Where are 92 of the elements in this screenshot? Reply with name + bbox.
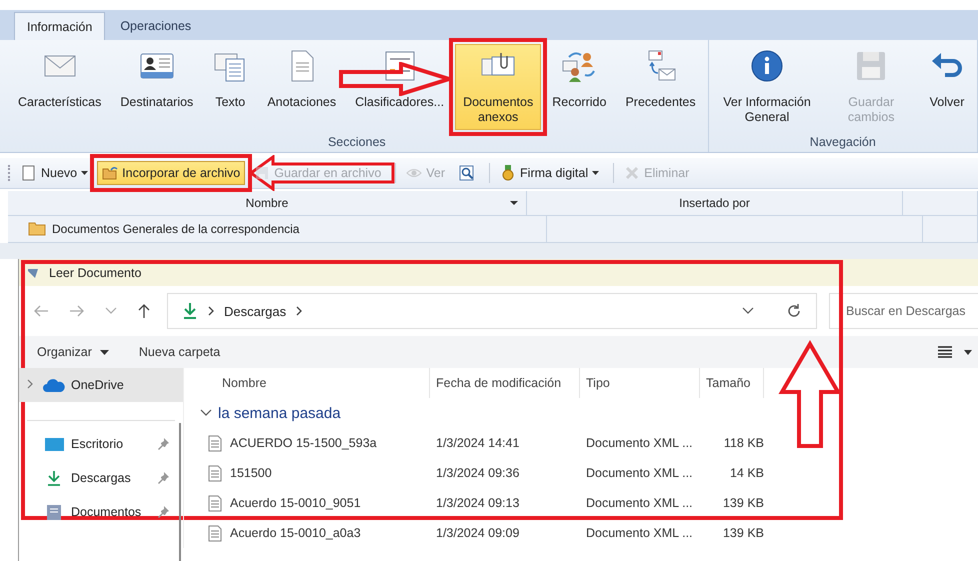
document-icon: [214, 54, 245, 82]
refresh-icon[interactable]: [788, 303, 800, 317]
column-header[interactable]: Tamaño: [700, 368, 764, 398]
download-icon: [183, 302, 197, 319]
ribbon-button[interactable]: Volver: [921, 44, 973, 130]
file-name[interactable]: Acuerdo 15-0010_9051: [230, 496, 361, 510]
people-icon: [562, 52, 596, 82]
table-cell-text: 1/3/2024 14:41: [435, 436, 520, 450]
cloud-icon: [43, 379, 65, 392]
ribbon-button[interactable]: Destinatarios: [112, 44, 202, 130]
document-icon: [47, 505, 61, 520]
medal-icon: [502, 165, 514, 180]
ribbon-button[interactable]: Precedentes: [617, 44, 704, 130]
file-icon: [208, 495, 222, 511]
command-button[interactable]: Nueva carpeta: [132, 344, 226, 360]
file-icon: [208, 465, 222, 481]
dialog-title: Leer Documento: [49, 266, 142, 280]
nav-item[interactable]: Documentos: [19, 495, 183, 529]
caret-icon: [100, 350, 109, 354]
caret-icon: [510, 201, 518, 205]
group-header[interactable]: la semana pasada: [218, 404, 341, 422]
breadcrumb[interactable]: Descargas: [224, 304, 286, 318]
chevron-down-icon[interactable]: [742, 308, 754, 314]
desktop-icon: [45, 438, 64, 451]
file-name[interactable]: 151500: [230, 466, 272, 480]
chevron-down-icon[interactable]: [200, 410, 212, 416]
magnifier-icon: [460, 166, 474, 180]
address-bar[interactable]: Descargas: [167, 293, 817, 329]
column-header[interactable]: Insertado por: [527, 191, 903, 215]
table-cell-text: Documento XML ...: [585, 466, 694, 480]
caret-icon[interactable]: [964, 350, 972, 354]
chevron-right-icon[interactable]: [296, 306, 302, 316]
ribbon-tab[interactable]: Operaciones: [107, 12, 204, 40]
envelope-arrow-icon: [648, 50, 676, 80]
table-cell-text: 1/3/2024 09:09: [435, 526, 520, 540]
ribbon-button[interactable]: Características: [10, 44, 110, 130]
undo-icon: [932, 53, 962, 77]
menu-icon[interactable]: [938, 346, 952, 358]
ribbon-button[interactable]: Recorrido: [544, 44, 614, 130]
scrollbar[interactable]: [179, 423, 181, 561]
nav-item[interactable]: OneDrive: [19, 368, 183, 402]
table-cell-text: 139 KB: [722, 526, 764, 540]
file-icon: [208, 525, 222, 541]
folder-icon: [102, 166, 118, 180]
table-cell-text: Documento XML ...: [585, 496, 694, 510]
cross-icon: [626, 166, 639, 180]
ribbon-button[interactable]: Documentos anexos: [455, 44, 542, 130]
caret-icon: [81, 171, 88, 175]
page-icon: [291, 50, 314, 82]
page-icon: [22, 166, 34, 180]
folder-icon: [28, 222, 46, 236]
column-header[interactable]: Tipo: [580, 368, 700, 398]
column-header[interactable]: Nombre: [8, 191, 527, 215]
info-icon: [752, 50, 782, 82]
file-name[interactable]: Acuerdo 15-0010_a0a3: [230, 526, 361, 540]
chevron-right-icon[interactable]: [208, 306, 214, 316]
search-field[interactable]: Buscar en Descargas: [829, 293, 978, 329]
caret-icon: [592, 171, 600, 175]
table-cell: Documentos Generales de la correspondencia: [8, 216, 547, 242]
table-cell-text: 139 KB: [722, 496, 764, 510]
pin-icon: [158, 506, 169, 518]
eye-icon: [406, 169, 422, 177]
up-icon[interactable]: [138, 304, 150, 319]
pin-icon: [158, 472, 169, 484]
ribbon-button[interactable]: Clasificadores...: [347, 44, 452, 130]
envelope-icon: [44, 56, 76, 76]
ribbon-tab[interactable]: Información: [14, 12, 106, 40]
envelope-clip-icon: [482, 53, 515, 76]
ribbon-button[interactable]: Anotaciones: [259, 44, 344, 130]
toolbar-button[interactable]: Nuevo: [16, 161, 94, 185]
toolbar-button[interactable]: Firma digital: [484, 161, 604, 185]
download-icon: [47, 470, 61, 486]
table-cell-text: 1/3/2024 09:36: [435, 466, 520, 480]
table-cell-text: Documento XML ...: [585, 526, 694, 540]
table-cell-text: 1/3/2024 09:13: [435, 496, 520, 510]
table-cell-text: 14 KB: [728, 466, 764, 480]
contact-card-icon: [140, 54, 174, 78]
file-icon: [208, 435, 222, 451]
nav-item[interactable]: Escritorio: [19, 427, 183, 461]
ribbon-button[interactable]: Ver Información General: [712, 44, 822, 130]
ribbon-button[interactable]: Texto: [204, 44, 256, 130]
pin-icon: [158, 438, 169, 450]
table-cell-text: 118 KB: [722, 436, 764, 450]
group-label: Secciones: [328, 135, 386, 151]
table-cell-text: Documento XML ...: [585, 436, 694, 450]
toolbar-button[interactable]: Incorporar de archivo: [97, 161, 246, 185]
column-header[interactable]: Fecha de modificación: [430, 368, 580, 398]
group-label: Navegación: [810, 135, 876, 151]
command-button[interactable]: Organizar: [31, 344, 115, 360]
column-header[interactable]: Nombre: [200, 368, 430, 398]
file-name[interactable]: ACUERDO 15-1500_593a: [230, 436, 377, 450]
nav-item[interactable]: Descargas: [19, 461, 183, 495]
